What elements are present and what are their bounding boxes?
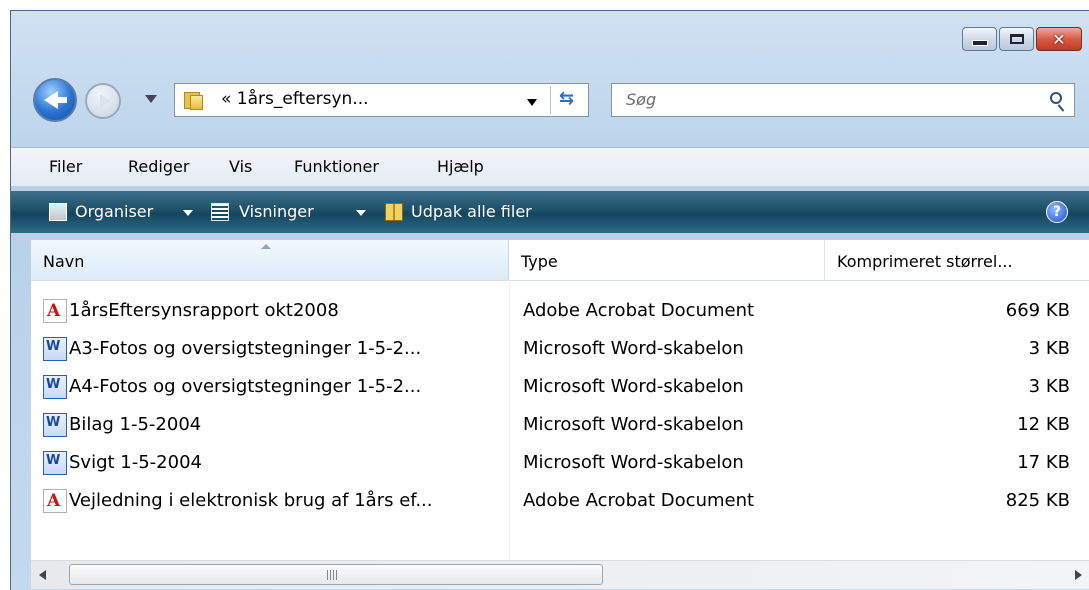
menu-tools[interactable]: Funktioner [294,157,379,176]
file-name: Bilag 1-5-2004 [69,414,202,435]
address-text: « 1års_eftersyn... [221,89,369,109]
horizontal-scrollbar[interactable] [31,560,1089,589]
list-item[interactable]: A4-Fotos og oversigtstegninger 1-5-2... … [31,368,1089,406]
column-size-label: Komprimeret størrel... [837,252,1013,271]
list-item[interactable]: Bilag 1-5-2004 Microsoft Word-skabelon 1… [31,406,1089,444]
list-item[interactable]: 1årsEftersynsrapport okt2008 Adobe Acrob… [31,292,1089,330]
file-type: Microsoft Word-skabelon [523,452,744,473]
close-button[interactable]: ✕ [1036,27,1082,51]
pdf-icon [43,299,67,323]
word-icon [43,337,67,361]
menu-edit[interactable]: Rediger [128,157,189,176]
maximize-button[interactable] [999,27,1034,51]
file-name: A4-Fotos og oversigtstegninger 1-5-2... [69,376,422,397]
file-type: Adobe Acrobat Document [523,300,755,321]
extract-all-button[interactable]: Udpak alle filer [411,202,532,221]
zip-folder-icon [385,203,403,221]
scroll-right-arrow-icon[interactable] [1075,570,1082,580]
file-type: Adobe Acrobat Document [523,490,755,511]
list-item[interactable]: A3-Fotos og oversigtstegninger 1-5-2... … [31,330,1089,368]
menu-file[interactable]: Filer [49,157,82,176]
views-button[interactable]: Visninger [239,202,314,221]
column-header-name[interactable]: Navn [31,240,509,280]
column-header-type[interactable]: Type [509,240,825,280]
scroll-left-arrow-icon[interactable] [39,570,46,580]
column-header-size[interactable]: Komprimeret størrel... [825,240,1089,280]
recent-pages-dropdown[interactable] [145,95,157,103]
column-header: Navn Type Komprimeret størrel... [31,240,1089,281]
word-icon [43,451,67,475]
word-icon [43,375,67,399]
address-separator [550,86,551,114]
views-dropdown-arrow[interactable] [356,210,366,216]
organise-dropdown-arrow[interactable] [183,210,193,216]
file-type: Microsoft Word-skabelon [523,414,744,435]
file-size: 12 KB [1017,414,1070,435]
refresh-icon[interactable]: ⇆ [559,88,574,109]
grip-icon [327,570,337,580]
column-name-label: Navn [43,252,85,271]
address-dropdown-arrow[interactable] [527,99,537,106]
pdf-icon [43,489,67,513]
file-name: 1årsEftersynsrapport okt2008 [69,300,339,321]
menu-view[interactable]: Vis [229,157,252,176]
folder-icon [184,90,204,110]
views-icon [211,203,229,221]
caption-buttons: ✕ [962,27,1082,51]
file-name: A3-Fotos og oversigtstegninger 1-5-2... [69,338,422,359]
sort-ascending-icon [261,244,271,249]
search-input[interactable]: Søg [626,90,656,109]
file-size: 3 KB [1028,376,1070,397]
file-size: 825 KB [1005,490,1070,511]
search-box[interactable]: Søg [611,83,1075,117]
command-bar: Organiser Visninger Udpak alle filer ? [11,191,1089,233]
maximize-icon [1009,34,1024,44]
list-item[interactable]: Svigt 1-5-2004 Microsoft Word-skabelon 1… [31,444,1089,482]
search-icon[interactable] [1050,92,1062,104]
file-type: Microsoft Word-skabelon [523,376,744,397]
minimize-icon [971,40,988,46]
explorer-window: ✕ « 1års_eftersyn... ⇆ Søg Filer Rediger… [10,10,1089,590]
file-list: Navn Type Komprimeret størrel... 1årsEft… [31,240,1089,560]
file-type: Microsoft Word-skabelon [523,338,744,359]
file-name: Svigt 1-5-2004 [69,452,202,473]
address-bar[interactable]: « 1års_eftersyn... ⇆ [174,83,589,117]
file-size: 3 KB [1028,338,1070,359]
file-size: 17 KB [1017,452,1070,473]
menu-help[interactable]: Hjælp [437,157,484,176]
file-size: 669 KB [1005,300,1070,321]
menu-bar: Filer Rediger Vis Funktioner Hjælp [11,147,1089,186]
forward-button[interactable] [85,83,121,119]
scrollbar-thumb[interactable] [69,564,603,585]
minimize-button[interactable] [962,27,997,51]
organise-button[interactable]: Organiser [75,202,153,221]
word-icon [43,413,67,437]
column-type-label: Type [521,252,558,271]
list-item[interactable]: Vejledning i elektronisk brug af 1års ef… [31,482,1089,520]
back-button[interactable] [33,78,77,122]
help-icon[interactable]: ? [1046,201,1068,223]
file-name: Vejledning i elektronisk brug af 1års ef… [69,490,433,511]
organise-icon [49,203,67,221]
close-icon: ✕ [1052,29,1066,49]
